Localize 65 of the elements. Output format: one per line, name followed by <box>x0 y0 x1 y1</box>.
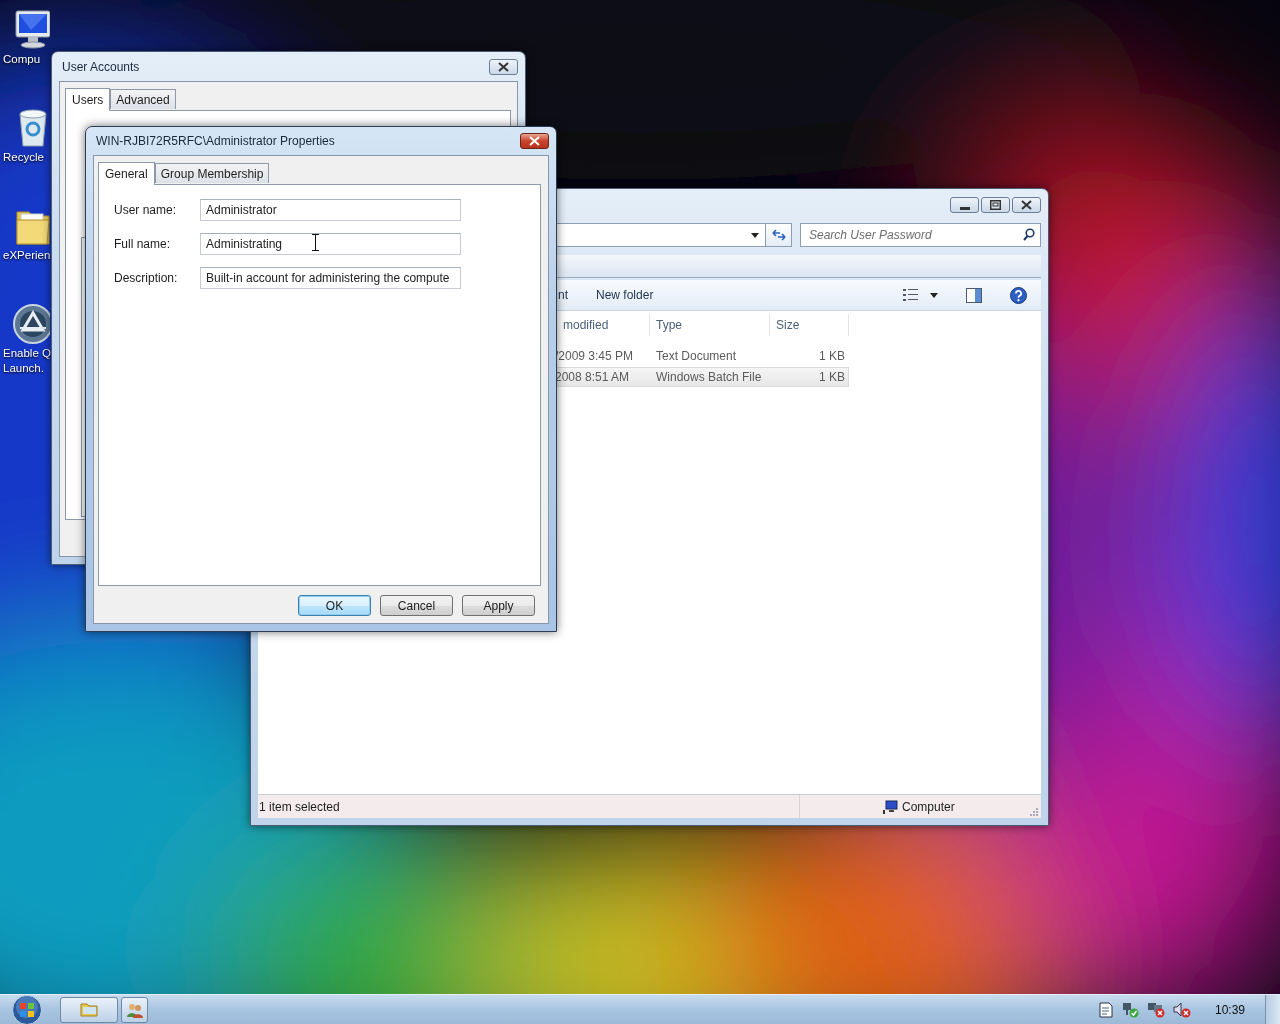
network-check-icon[interactable] <box>1120 1001 1139 1018</box>
taskbar-button[interactable] <box>121 996 148 1023</box>
close-button[interactable] <box>1012 197 1041 213</box>
folder-icon <box>80 1002 98 1017</box>
field-label: Full name: <box>114 237 172 251</box>
table-cell-text: Windows Batch File <box>655 370 763 384</box>
maximize-button[interactable] <box>981 197 1010 213</box>
column-header[interactable]: Size <box>770 314 849 336</box>
close-icon <box>1021 200 1032 210</box>
search-icon[interactable] <box>1023 228 1035 241</box>
column-header[interactable]: Type <box>650 314 770 336</box>
desktop-icon-label[interactable]: Compu <box>0 52 41 67</box>
close-icon <box>529 136 540 146</box>
text-field[interactable]: Administrating <box>200 233 461 255</box>
field-label: User name: <box>114 203 178 217</box>
table-cell-text: 1 KB <box>818 370 846 384</box>
search-field[interactable]: Search User Password <box>800 223 1041 247</box>
clock[interactable]: 10:39 <box>1214 1002 1259 1017</box>
toolbar-button[interactable]: nt <box>558 288 568 302</box>
preview-pane-icon[interactable] <box>966 287 982 303</box>
dialog-button[interactable]: Apply <box>462 595 535 616</box>
desktop-icon-label[interactable]: Enable Q <box>0 346 51 361</box>
tab[interactable]: General <box>98 162 155 185</box>
maximize-icon <box>990 200 1001 210</box>
computer-icon <box>883 799 898 814</box>
window-title: User Accounts <box>62 59 140 74</box>
taskbar-button[interactable] <box>60 996 118 1023</box>
close-button[interactable] <box>489 58 518 75</box>
status-text: 1 item selected <box>258 799 341 814</box>
status-location: Computer <box>902 799 955 814</box>
desktop-icon-label[interactable]: Recycle <box>0 150 44 165</box>
field-label: Description: <box>114 271 179 285</box>
size-grip-icon[interactable] <box>1029 807 1038 816</box>
text-cursor-icon <box>312 234 319 251</box>
network-error-icon[interactable] <box>1146 1001 1165 1018</box>
text-field[interactable]: Built-in account for administering the compute <box>200 267 461 289</box>
minimize-icon <box>959 206 970 210</box>
table-cell-text: Text Document <box>655 349 738 363</box>
caret-icon[interactable] <box>930 292 938 298</box>
speaker-muted-icon[interactable] <box>1172 1001 1191 1018</box>
emblem-icon[interactable] <box>11 302 50 346</box>
caret-icon[interactable] <box>751 232 759 238</box>
close-button[interactable] <box>520 133 549 149</box>
refresh-button[interactable] <box>766 223 792 247</box>
window-title: WIN-RJBI72R5RFC\Administrator Properties <box>96 134 335 148</box>
text-field[interactable]: Administrator <box>200 199 461 221</box>
close-icon <box>498 61 509 72</box>
document-icon[interactable] <box>1098 1001 1113 1018</box>
tab[interactable]: Advanced <box>110 89 176 109</box>
tab[interactable]: Users <box>65 88 111 111</box>
show-desktop-button[interactable] <box>1265 995 1280 1024</box>
toolbar-button[interactable]: New folder <box>596 288 654 302</box>
table-cell-text: 1 KB <box>818 349 846 363</box>
dialog-button[interactable]: Cancel <box>380 595 453 616</box>
help-icon[interactable] <box>1010 286 1027 304</box>
tab[interactable]: Group Membership <box>154 163 270 183</box>
users-icon <box>125 1001 144 1018</box>
table-cell-text: 2008 8:51 AM <box>555 370 631 384</box>
desktop-icon-label[interactable]: eXPerien <box>0 248 51 263</box>
dialog-button[interactable]: OK <box>298 595 371 616</box>
desktop-icon-label[interactable]: Launch. <box>0 361 44 376</box>
table-row[interactable]: 2008 8:51 AM Windows Batch File 1 KB <box>555 367 849 387</box>
refresh-icon <box>770 228 787 242</box>
view-list-icon[interactable] <box>903 289 918 301</box>
minimize-button[interactable] <box>950 197 979 213</box>
